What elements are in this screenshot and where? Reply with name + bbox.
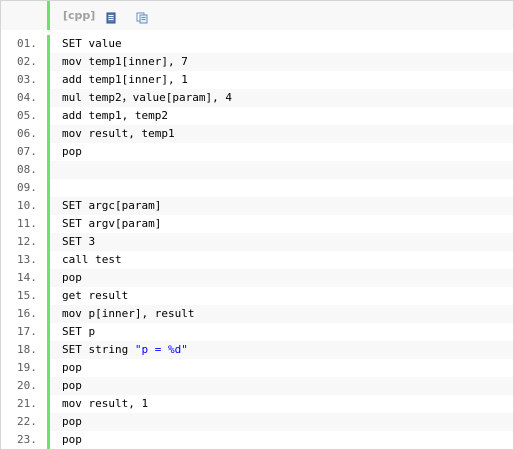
code-line: 11. SET argv[param] bbox=[1, 215, 513, 233]
code-line: 20. pop bbox=[1, 377, 513, 395]
line-code[interactable]: mov temp1[inner], 7 bbox=[50, 53, 513, 71]
code-line: 01. SET value bbox=[1, 35, 513, 53]
line-code[interactable]: SET value bbox=[50, 35, 513, 53]
line-number: 21. bbox=[1, 395, 47, 413]
code-line: 07. pop bbox=[1, 143, 513, 161]
code-line: 14. pop bbox=[1, 269, 513, 287]
copy-icon[interactable] bbox=[136, 9, 148, 24]
code-line: 13. call test bbox=[1, 251, 513, 269]
code-text: SET string bbox=[62, 343, 135, 356]
code-block: [cpp] 01. SET value 02. mov temp1[inner], … bbox=[0, 0, 514, 449]
line-number: 03. bbox=[1, 71, 47, 89]
line-code[interactable]: mov result, temp1 bbox=[50, 125, 513, 143]
toolbar-gutter bbox=[1, 1, 47, 30]
line-number: 20. bbox=[1, 377, 47, 395]
line-code[interactable]: get result bbox=[50, 287, 513, 305]
line-code[interactable]: pop bbox=[50, 143, 513, 161]
code-line: 17. SET p bbox=[1, 323, 513, 341]
line-code[interactable]: call test bbox=[50, 251, 513, 269]
view-source-icon[interactable] bbox=[105, 9, 117, 24]
line-number: 11. bbox=[1, 215, 47, 233]
line-number: 05. bbox=[1, 107, 47, 125]
code-line: 09. bbox=[1, 179, 513, 197]
line-number: 18. bbox=[1, 341, 47, 359]
line-number: 14. bbox=[1, 269, 47, 287]
line-code[interactable]: SET p bbox=[50, 323, 513, 341]
line-number: 12. bbox=[1, 233, 47, 251]
line-number: 17. bbox=[1, 323, 47, 341]
code-line: 22. pop bbox=[1, 413, 513, 431]
line-code[interactable]: add temp1[inner], 1 bbox=[50, 71, 513, 89]
gutter-bar bbox=[47, 1, 50, 30]
line-number: 08. bbox=[1, 161, 47, 179]
line-code[interactable]: mov result, 1 bbox=[50, 395, 513, 413]
line-code[interactable]: pop bbox=[50, 377, 513, 395]
line-number: 16. bbox=[1, 305, 47, 323]
line-number: 15. bbox=[1, 287, 47, 305]
line-code[interactable]: mul temp2，value[param], 4 bbox=[50, 89, 513, 107]
line-code[interactable]: mov p[inner], result bbox=[50, 305, 513, 323]
line-code[interactable] bbox=[50, 161, 513, 179]
code-line: 10. SET argc[param] bbox=[1, 197, 513, 215]
code-line: 02. mov temp1[inner], 7 bbox=[1, 53, 513, 71]
line-number: 23. bbox=[1, 431, 47, 449]
code-toolbar: [cpp] bbox=[1, 1, 513, 30]
line-code[interactable]: SET argc[param] bbox=[50, 197, 513, 215]
code-line: 18. SET string "p = %d" bbox=[1, 341, 513, 359]
line-number: 04. bbox=[1, 89, 47, 107]
line-number: 01. bbox=[1, 35, 47, 53]
line-number: 02. bbox=[1, 53, 47, 71]
code-line: 05. add temp1, temp2 bbox=[1, 107, 513, 125]
line-number: 13. bbox=[1, 251, 47, 269]
string-literal: "p = %d" bbox=[134, 343, 188, 356]
line-code[interactable]: pop bbox=[50, 359, 513, 377]
code-line: 06. mov result, temp1 bbox=[1, 125, 513, 143]
code-lines: 01. SET value 02. mov temp1[inner], 7 03. a… bbox=[1, 35, 513, 449]
code-line: 12. SET 3 bbox=[1, 233, 513, 251]
code-line: 16. mov p[inner], result bbox=[1, 305, 513, 323]
line-number: 19. bbox=[1, 359, 47, 377]
line-number: 09. bbox=[1, 179, 47, 197]
code-line: 23. pop bbox=[1, 431, 513, 449]
code-line: 21. mov result, 1 bbox=[1, 395, 513, 413]
line-code[interactable]: pop bbox=[50, 413, 513, 431]
line-code[interactable]: add temp1, temp2 bbox=[50, 107, 513, 125]
line-number: 06. bbox=[1, 125, 47, 143]
line-number: 07. bbox=[1, 143, 47, 161]
code-line: 19. pop bbox=[1, 359, 513, 377]
code-line: 03. add temp1[inner], 1 bbox=[1, 71, 513, 89]
line-code[interactable]: SET 3 bbox=[50, 233, 513, 251]
code-line: 15. get result bbox=[1, 287, 513, 305]
code-line: 04. mul temp2，value[param], 4 bbox=[1, 89, 513, 107]
line-code[interactable] bbox=[50, 179, 513, 197]
line-code[interactable]: pop bbox=[50, 431, 513, 449]
line-code[interactable]: SET string "p = %d" bbox=[50, 341, 513, 359]
line-code[interactable]: SET argv[param] bbox=[50, 215, 513, 233]
line-number: 10. bbox=[1, 197, 47, 215]
line-number: 22. bbox=[1, 413, 47, 431]
language-label[interactable]: [cpp] bbox=[63, 9, 95, 22]
code-line: 08. bbox=[1, 161, 513, 179]
line-code[interactable]: pop bbox=[50, 269, 513, 287]
